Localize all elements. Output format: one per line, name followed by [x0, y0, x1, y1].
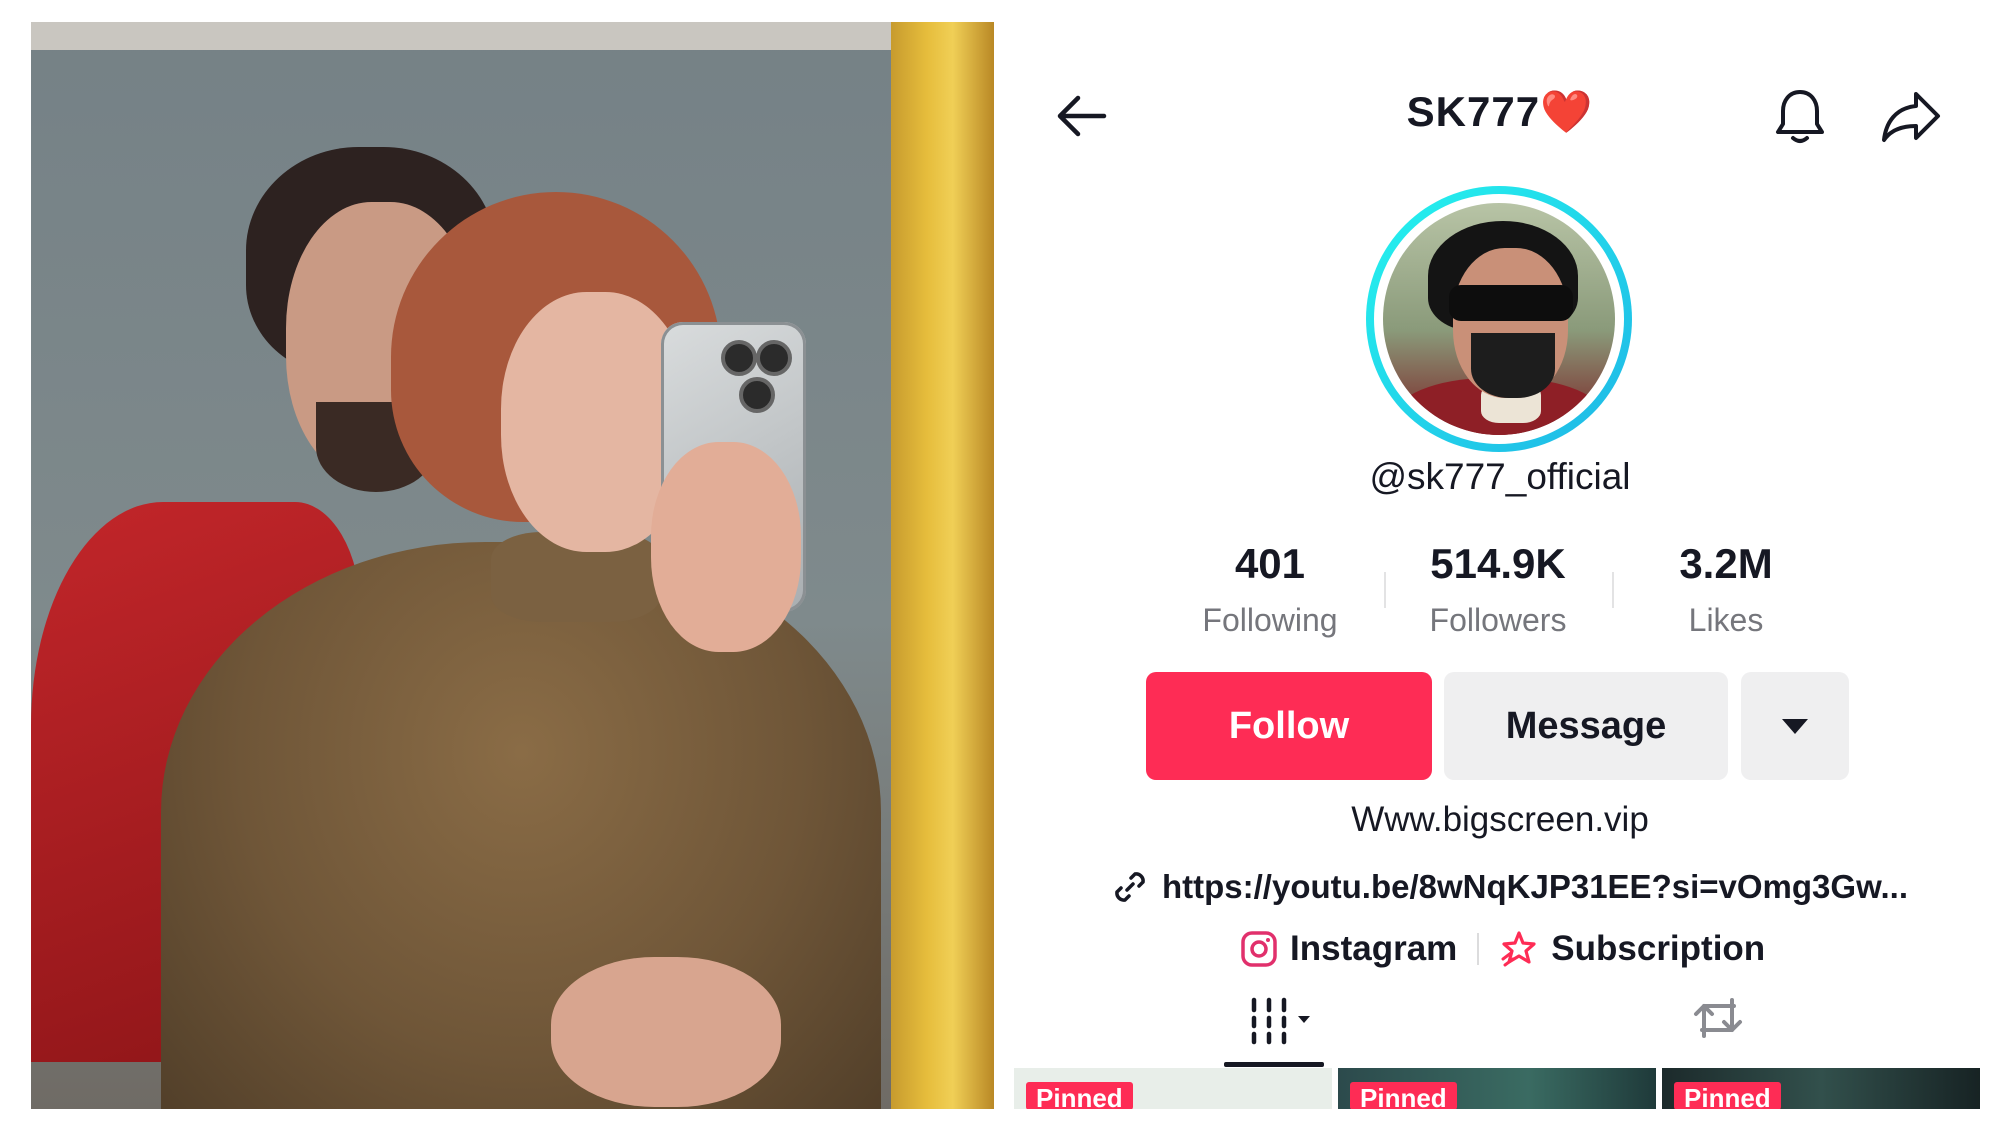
video-tile[interactable]: Pinned [1338, 1068, 1656, 1109]
subscription-icon [1501, 931, 1536, 967]
follow-button[interactable]: Follow [1146, 672, 1432, 780]
stat-divider [1612, 572, 1614, 608]
instagram-icon [1241, 931, 1277, 967]
stat-value: 3.2M [1679, 540, 1773, 587]
profile-handle: @sk777_official [1369, 456, 1631, 497]
stat-likes: 3.2M Likes [1626, 540, 1826, 639]
video-tile[interactable]: Pinned [1662, 1068, 1980, 1109]
video-photo [31, 22, 994, 1109]
back-arrow-icon[interactable] [1052, 86, 1112, 146]
stat-value: 401 [1234, 540, 1306, 587]
stat-label: Likes [1688, 602, 1764, 638]
chevron-down-icon [1782, 718, 1808, 734]
more-options-button[interactable] [1741, 672, 1849, 780]
bell-icon[interactable] [1772, 86, 1828, 148]
tab-active-indicator [1224, 1062, 1324, 1067]
subscription-link[interactable]: Subscription [1499, 929, 1765, 969]
tab-videos[interactable] [1246, 992, 1316, 1048]
pinned-badge: Pinned [1350, 1082, 1457, 1109]
link-icon [1115, 872, 1145, 902]
grid-icon [1251, 997, 1310, 1045]
message-button[interactable]: Message [1444, 672, 1728, 780]
heart-emoji: ❤️ [1540, 88, 1594, 135]
stat-label: Followers [1429, 602, 1567, 638]
repost-icon[interactable] [1690, 992, 1746, 1044]
stat-value: 514.9K [1430, 540, 1566, 587]
social-divider [1477, 933, 1480, 965]
profile-title: SK777❤️ [1406, 88, 1594, 135]
avatar[interactable] [1366, 186, 1632, 452]
stat-following[interactable]: 401 Following [1170, 540, 1370, 639]
video-tile[interactable]: Pinned [1014, 1068, 1332, 1109]
stat-followers[interactable]: 514.9K Followers [1398, 540, 1598, 639]
avatar-image [1383, 203, 1615, 435]
stat-divider [1384, 572, 1386, 608]
profile-link[interactable]: https://youtu.be/8wNqKJP31EE?si=vOmg3Gw.… [1110, 862, 1908, 912]
link-text: https://youtu.be/8wNqKJP31EE?si=vOmg3Gw.… [1162, 868, 1909, 905]
pinned-badge: Pinned [1026, 1082, 1133, 1109]
profile-bio: Www.bigscreen.vip [1351, 800, 1649, 839]
instagram-label: Instagram [1290, 929, 1458, 968]
instagram-link[interactable]: Instagram [1240, 929, 1457, 969]
social-links: Instagram Subscription [1240, 924, 1765, 974]
pinned-badge: Pinned [1674, 1082, 1781, 1109]
share-icon[interactable] [1880, 88, 1942, 146]
subscription-label: Subscription [1551, 929, 1766, 968]
stat-label: Following [1202, 602, 1338, 638]
